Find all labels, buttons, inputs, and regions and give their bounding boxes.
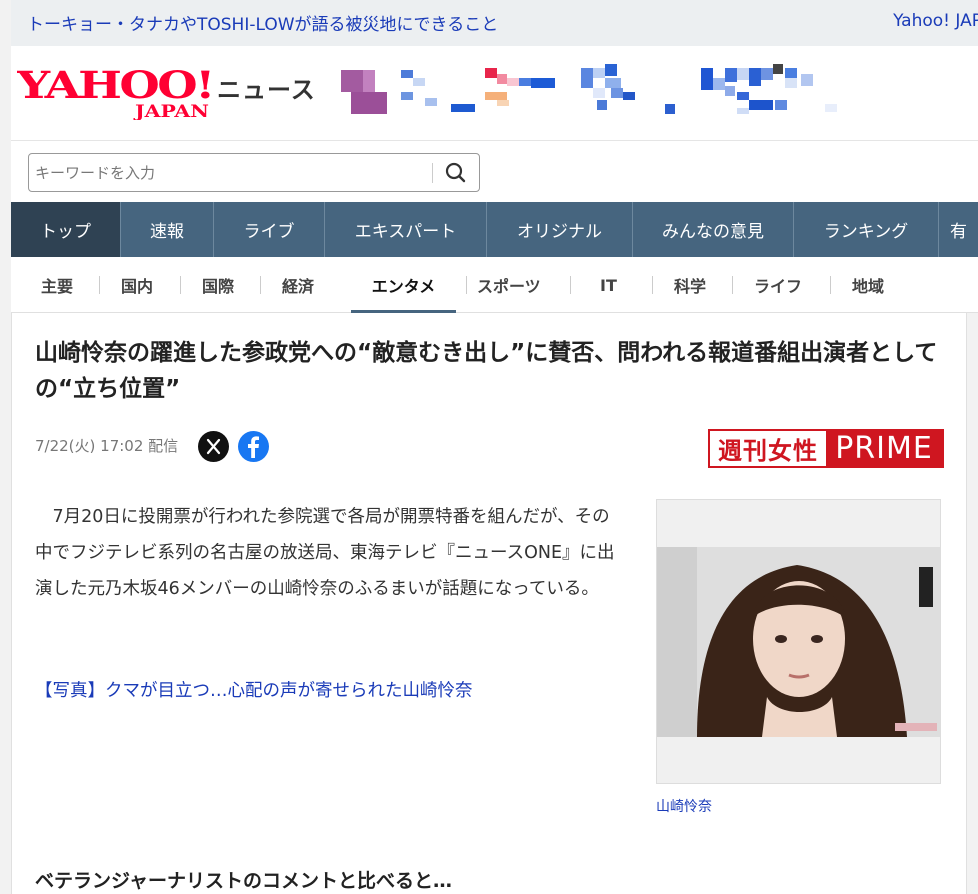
global-nav: トップ 速報 ライブ エキスパート オリジナル みんなの意見 ランキング 有 [11, 202, 978, 257]
article-meta: 7/22(火) 17:02 配信 [35, 437, 179, 455]
category-sports[interactable]: スポーツ [477, 257, 541, 313]
publisher-name-en: PRIME [826, 431, 942, 466]
nav-item-partial[interactable]: 有 [939, 202, 978, 257]
service-name: ニュース [217, 76, 316, 104]
portrait-photo [657, 547, 940, 737]
category-divider [732, 276, 733, 294]
category-region[interactable]: 地域 [852, 257, 884, 313]
category-science[interactable]: 科学 [674, 257, 706, 313]
search-box [28, 153, 480, 192]
category-divider [180, 276, 181, 294]
article-body: 7月20日に投開票が行われた参院選で各局が開票特番を組んだが、その中でフジテレビ… [35, 507, 615, 599]
publisher-name-jp: 週刊女性 [710, 431, 826, 466]
page: トーキョー・タナカやTOSHI-LOWが語る被災地にできること Yahoo! J… [0, 0, 978, 894]
category-nav: 主要 国内 国際 経済 エンタメ スポーツ IT 科学 ライフ 地域 [11, 257, 978, 314]
category-main[interactable]: 主要 [41, 257, 73, 313]
category-divider [99, 276, 100, 294]
nav-item-top[interactable]: トップ [11, 202, 121, 257]
category-domestic[interactable]: 国内 [121, 257, 153, 313]
publisher-logo[interactable]: 週刊女性 PRIME [708, 429, 944, 468]
article: 山崎怜奈の躍進した参政党への“敵意むき出し”に賛否、問われる報道番組出演者として… [11, 313, 967, 894]
x-icon[interactable] [198, 431, 229, 462]
photo-caption[interactable]: 山崎怜奈 [656, 796, 712, 816]
category-international[interactable]: 国際 [202, 257, 234, 313]
category-entertainment[interactable]: エンタメ [351, 257, 456, 314]
top-bar: トーキョー・タナカやTOSHI-LOWが語る被災地にできること Yahoo! J… [11, 0, 978, 46]
search-divider [432, 163, 433, 183]
category-divider [830, 276, 831, 294]
nav-item-opinions[interactable]: みんなの意見 [633, 202, 794, 257]
article-title: 山崎怜奈の躍進した参政党への“敵意むき出し”に賛否、問われる報道番組出演者として… [35, 340, 938, 402]
facebook-icon[interactable] [238, 431, 269, 462]
nav-item-live[interactable]: ライブ [214, 202, 325, 257]
category-it[interactable]: IT [600, 257, 617, 313]
nav-item-original[interactable]: オリジナル [487, 202, 633, 257]
category-divider [260, 276, 261, 294]
yahoo-japan-logo[interactable]: YAHOO! JAPAN [16, 63, 217, 122]
nav-item-ranking[interactable]: ランキング [794, 202, 939, 257]
pixelated-banner [341, 64, 841, 120]
category-life[interactable]: ライフ [754, 257, 802, 313]
site-header: YAHOO! JAPAN ニュース [11, 46, 978, 140]
svg-text:YAHOO!: YAHOO! [17, 64, 213, 107]
category-divider [466, 276, 467, 294]
top-headline-link[interactable]: トーキョー・タナカやTOSHI-LOWが語る被災地にできること [27, 10, 498, 35]
svg-text:JAPAN: JAPAN [133, 102, 209, 120]
article-photo[interactable] [656, 499, 941, 784]
nav-item-breaking[interactable]: 速報 [121, 202, 214, 257]
category-divider [652, 276, 653, 294]
photo-link[interactable]: 【写真】クマが目立つ…心配の声が寄せられた山崎怜奈 [35, 677, 473, 702]
category-divider [570, 276, 571, 294]
search-icon[interactable] [441, 160, 471, 186]
category-economy[interactable]: 経済 [282, 257, 314, 313]
article-subheading: ベテランジャーナリストのコメントと比べると… [35, 870, 453, 892]
nav-item-expert[interactable]: エキスパート [325, 202, 487, 257]
search-input[interactable] [35, 162, 425, 184]
yahoo-japan-link[interactable]: Yahoo! JAP [893, 11, 978, 31]
search-row [11, 140, 978, 202]
category-entertainment-label: エンタメ [371, 277, 436, 296]
